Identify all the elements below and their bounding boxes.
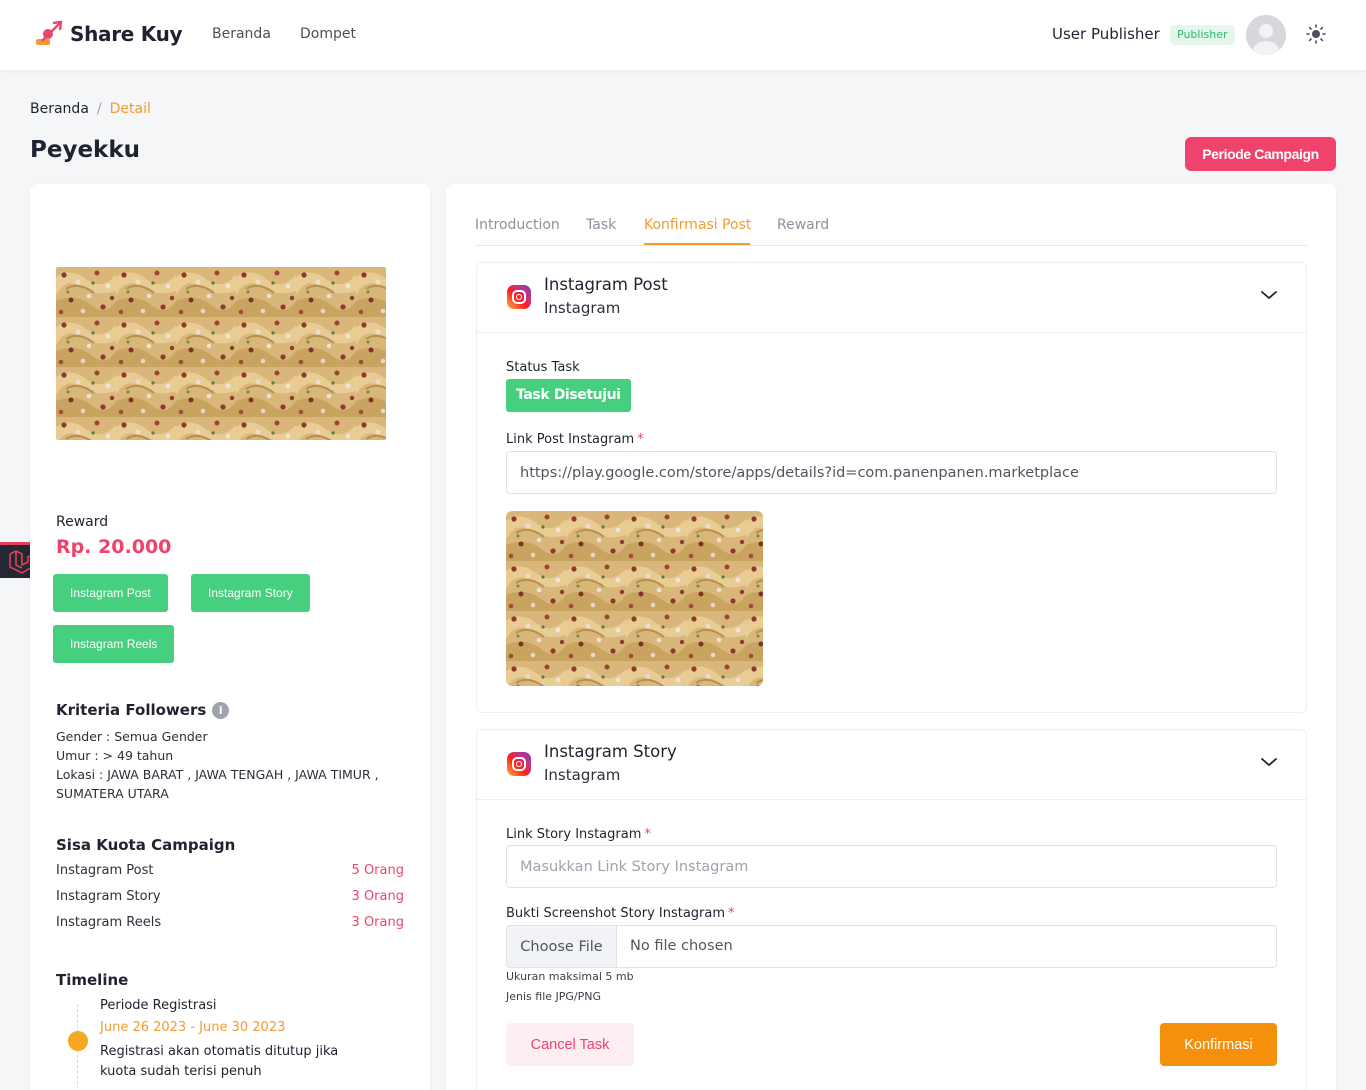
cancel-task-button[interactable]: Cancel Task [506, 1023, 634, 1066]
instagram-post-panel-header[interactable]: Instagram Post Instagram [477, 263, 1306, 333]
criteria-location: Lokasi : JAWA BARAT , JAWA TENGAH , JAWA… [56, 767, 379, 801]
panel-subtitle: Instagram [544, 299, 621, 317]
panel-subtitle: Instagram [544, 766, 621, 784]
chevron-down-icon[interactable] [1260, 289, 1278, 301]
user-name: User Publisher [1052, 25, 1160, 43]
brand-logo[interactable]: Share Kuy [34, 19, 183, 49]
tab-konfirmasi-post[interactable]: Konfirmasi Post [644, 217, 751, 233]
quota-value: 3 Orang [351, 915, 404, 930]
avatar-silhouette [1246, 15, 1286, 55]
nav-dompet[interactable]: Dompet [300, 26, 356, 42]
tab-task[interactable]: Task [586, 217, 616, 233]
status-task-label: Status Task [506, 360, 580, 375]
quota-row-story: Instagram Story 3 Orang [56, 889, 404, 904]
quota-value: 3 Orang [351, 889, 404, 904]
tag-instagram-story[interactable]: Instagram Story [191, 574, 310, 612]
timeline-title: Timeline [56, 971, 129, 989]
quota-row-reels: Instagram Reels 3 Orang [56, 915, 404, 930]
periode-campaign-button[interactable]: Periode Campaign [1185, 137, 1336, 171]
instagram-icon [507, 752, 531, 776]
status-badge: Task Disetujui [506, 379, 631, 412]
page-title: Peyekku [30, 137, 141, 163]
hint-type: Jenis file JPG/PNG [506, 990, 602, 1003]
tag-instagram-post[interactable]: Instagram Post [53, 574, 168, 612]
timeline-item-date: June 26 2023 - June 30 2023 [100, 1020, 286, 1035]
user-avatar-icon[interactable] [1246, 15, 1286, 55]
link-story-label-text: Link Story Instagram [506, 827, 642, 842]
criteria-age: Umur : > 49 tahun [56, 748, 174, 763]
active-tab-indicator [644, 243, 750, 245]
screenshot-label-text: Bukti Screenshot Story Instagram [506, 906, 726, 921]
quota-label: Instagram Reels [56, 915, 162, 930]
breadcrumb-current: Detail [109, 101, 151, 117]
instagram-story-panel-header[interactable]: Instagram Story Instagram [477, 730, 1306, 800]
campaign-summary-card: Reward Rp. 20.000 Instagram Post Instagr… [30, 184, 430, 1090]
quota-row-post: Instagram Post 5 Orang [56, 863, 404, 878]
quota-label: Instagram Story [56, 889, 161, 904]
reward-label: Reward [56, 514, 109, 530]
screenshot-file-input[interactable]: Choose File No file chosen [506, 925, 1277, 968]
role-badge: Publisher [1170, 25, 1235, 45]
instagram-story-panel: Instagram Story Instagram Link Story Ins… [476, 729, 1307, 1090]
share-kuy-logo-icon [36, 20, 63, 45]
timeline-item-title: Periode Registrasi [100, 998, 217, 1013]
tab-introduction[interactable]: Introduction [475, 217, 560, 233]
criteria-title-text: Kriteria Followers [56, 701, 207, 719]
breadcrumb-separator: / [96, 101, 102, 117]
chevron-down-icon[interactable] [1260, 756, 1278, 768]
criteria-title: Kriteria Followers i [56, 701, 230, 719]
post-proof-image [506, 511, 763, 686]
brand-name: Share Kuy [70, 22, 183, 46]
timeline-item-desc: Registrasi akan otomatis ditutup jika ku… [100, 1044, 339, 1079]
required-mark: * [644, 827, 651, 842]
timeline-dot [68, 1031, 88, 1051]
nav-beranda[interactable]: Beranda [212, 26, 271, 42]
quota-label: Instagram Post [56, 863, 154, 878]
screenshot-label: Bukti Screenshot Story Instagram * [506, 906, 735, 921]
choose-file-button[interactable]: Choose File [507, 926, 617, 967]
breadcrumb: Beranda / Detail [30, 101, 151, 117]
detail-tabs: Introduction Task Konfirmasi Post Reward [475, 214, 1307, 246]
top-header: Share Kuy Beranda Dompet User Publisher … [0, 0, 1366, 70]
info-icon[interactable]: i [212, 702, 230, 719]
campaign-detail-card: Introduction Task Konfirmasi Post Reward… [446, 184, 1336, 1090]
link-story-input[interactable] [506, 845, 1277, 888]
konfirmasi-button[interactable]: Konfirmasi [1160, 1023, 1277, 1066]
instagram-post-panel: Instagram Post Instagram Status Task Tas… [476, 262, 1307, 713]
campaign-image [56, 267, 386, 440]
breadcrumb-home[interactable]: Beranda [30, 101, 89, 117]
link-post-label: Link Post Instagram * [506, 432, 644, 447]
required-mark: * [728, 906, 735, 921]
hint-size: Ukuran maksimal 5 mb [506, 970, 634, 983]
file-status: No file chosen [630, 938, 733, 954]
link-post-label-text: Link Post Instagram [506, 432, 635, 447]
quota-title: Sisa Kuota Campaign [56, 836, 236, 854]
sun-icon[interactable] [1306, 24, 1326, 44]
required-mark: * [637, 432, 644, 447]
link-story-label: Link Story Instagram * [506, 827, 651, 842]
link-post-input[interactable] [506, 451, 1277, 494]
tag-instagram-reels[interactable]: Instagram Reels [53, 625, 175, 663]
panel-title: Instagram Post [544, 275, 668, 294]
panel-title: Instagram Story [544, 742, 677, 761]
tab-reward[interactable]: Reward [777, 217, 829, 233]
quota-value: 5 Orang [351, 863, 404, 878]
criteria-gender: Gender : Semua Gender [56, 729, 208, 744]
reward-value: Rp. 20.000 [56, 536, 172, 558]
instagram-icon [507, 285, 531, 309]
